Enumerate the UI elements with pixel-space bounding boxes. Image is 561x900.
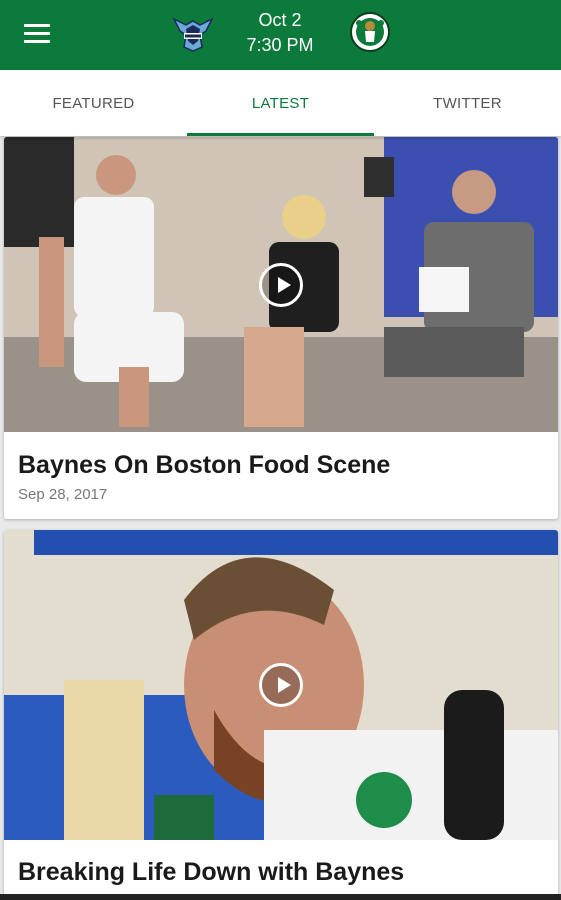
play-icon[interactable] bbox=[259, 262, 303, 307]
tab-featured[interactable]: FEATURED bbox=[0, 70, 187, 136]
tab-twitter[interactable]: TWITTER bbox=[374, 70, 561, 136]
card-title[interactable]: Baynes On Boston Food Scene bbox=[18, 451, 390, 480]
game-date: Oct 2 bbox=[258, 10, 302, 30]
card-date: Sep 28, 2017 bbox=[18, 486, 108, 503]
hornets-logo[interactable] bbox=[172, 11, 214, 53]
bottom-edge bbox=[0, 894, 561, 900]
celtics-logo[interactable] bbox=[349, 11, 391, 53]
top-app-bar: Oct 2 7:30 PM bbox=[0, 0, 561, 70]
play-icon[interactable] bbox=[259, 663, 303, 707]
video-card[interactable]: Breaking Life Down with Baynes bbox=[4, 530, 558, 900]
tab-latest[interactable]: LATEST bbox=[187, 70, 374, 136]
video-card[interactable]: Baynes On Boston Food Scene Sep 28, 2017 bbox=[4, 137, 558, 519]
game-info: Oct 2 7:30 PM bbox=[230, 8, 330, 58]
app: Oct 2 7:30 PM FEATURED LATEST TWITTER Ba… bbox=[0, 0, 561, 900]
hamburger-menu-icon[interactable] bbox=[22, 20, 54, 48]
game-time: 7:30 PM bbox=[246, 35, 314, 55]
video-thumbnail[interactable] bbox=[4, 530, 558, 840]
video-thumbnail[interactable] bbox=[4, 137, 558, 432]
tab-bar: FEATURED LATEST TWITTER bbox=[0, 70, 561, 136]
card-title[interactable]: Breaking Life Down with Baynes bbox=[18, 858, 404, 887]
